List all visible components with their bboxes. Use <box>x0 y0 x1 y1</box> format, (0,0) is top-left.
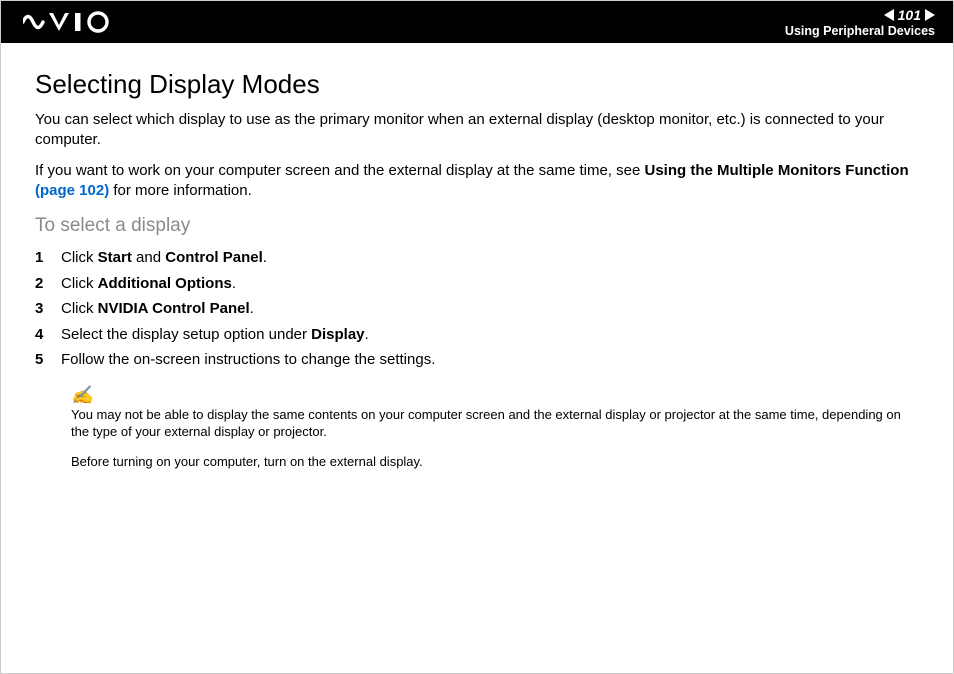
section-label: Using Peripheral Devices <box>785 24 935 38</box>
intro2-text-a: If you want to work on your computer scr… <box>35 162 644 179</box>
steps-list: 1 Click Start and Control Panel. 2 Click… <box>35 245 919 373</box>
step-text: Select the display setup option under Di… <box>61 322 369 348</box>
step-row: 5 Follow the on-screen instructions to c… <box>35 347 919 373</box>
step-row: 2 Click Additional Options. <box>35 271 919 297</box>
note-icon: ✍ <box>71 385 919 406</box>
step-text: Click Start and Control Panel. <box>61 245 267 271</box>
step-text: Click Additional Options. <box>61 271 236 297</box>
header-bar: 101 Using Peripheral Devices <box>1 1 953 43</box>
content-area: Selecting Display Modes You can select w… <box>1 43 953 470</box>
page-link-102[interactable]: (page 102) <box>35 182 109 199</box>
prev-page-arrow-icon[interactable] <box>884 9 894 21</box>
page-title: Selecting Display Modes <box>35 69 919 100</box>
note-2: Before turning on your computer, turn on… <box>71 453 919 471</box>
header-right: 101 Using Peripheral Devices <box>785 7 935 38</box>
note-1: You may not be able to display the same … <box>71 406 919 441</box>
vaio-logo <box>23 11 119 33</box>
step-text: Click NVIDIA Control Panel. <box>61 296 254 322</box>
step-number: 3 <box>35 296 61 322</box>
intro-paragraph-1: You can select which display to use as t… <box>35 110 919 151</box>
intro-paragraph-2: If you want to work on your computer scr… <box>35 161 919 202</box>
step-number: 1 <box>35 245 61 271</box>
next-page-arrow-icon[interactable] <box>925 9 935 21</box>
step-number: 2 <box>35 271 61 297</box>
step-row: 3 Click NVIDIA Control Panel. <box>35 296 919 322</box>
step-text: Follow the on-screen instructions to cha… <box>61 347 435 373</box>
page-number: 101 <box>896 7 923 23</box>
step-row: 1 Click Start and Control Panel. <box>35 245 919 271</box>
step-row: 4 Select the display setup option under … <box>35 322 919 348</box>
page-nav: 101 <box>884 7 935 23</box>
subheading: To select a display <box>35 215 919 237</box>
intro2-text-d: for more information. <box>109 182 252 199</box>
step-number: 5 <box>35 347 61 373</box>
step-number: 4 <box>35 322 61 348</box>
notes-block: ✍ You may not be able to display the sam… <box>71 385 919 471</box>
